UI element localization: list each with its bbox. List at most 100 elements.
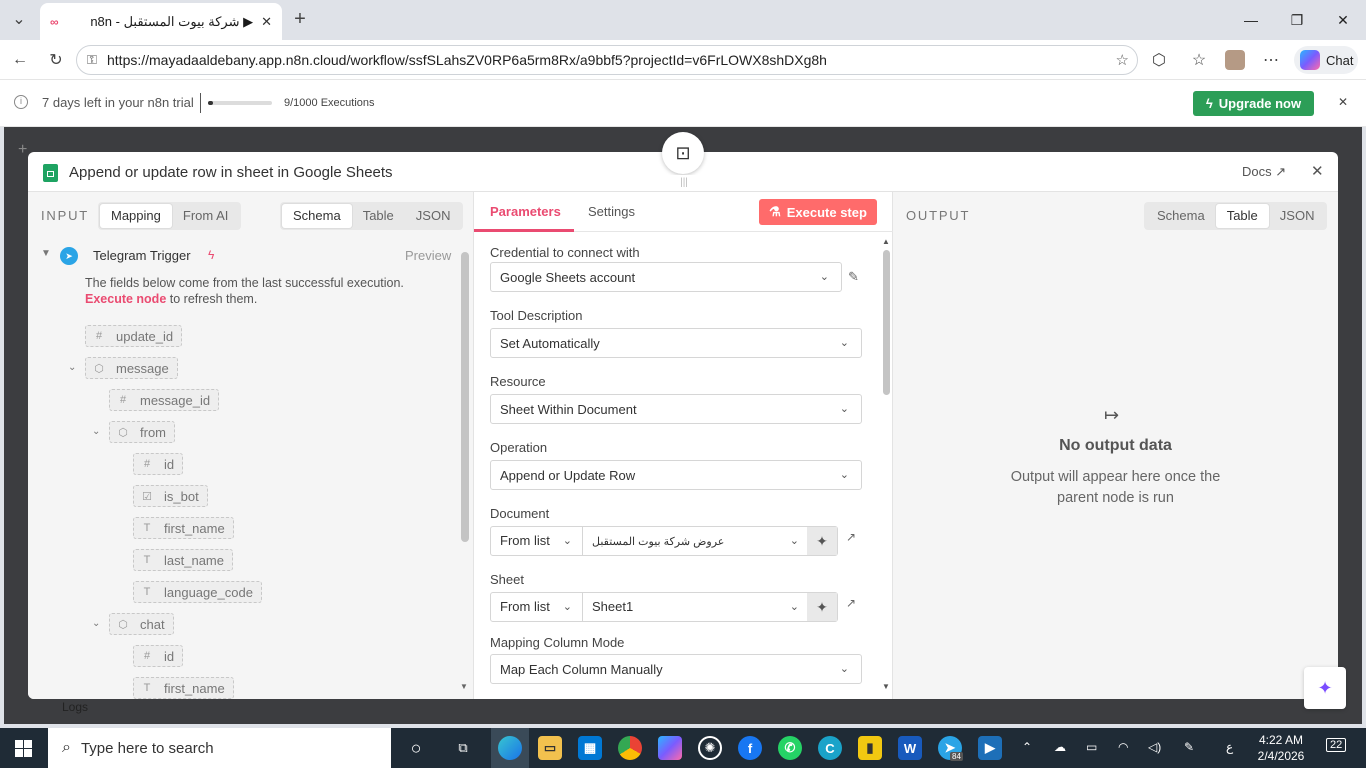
schema-field[interactable]: Tlanguage_code <box>133 581 262 603</box>
browser-tab[interactable]: ∞ n8n - شركة بيوت المستقبل ▶ ✕ <box>40 3 282 40</box>
chrome-icon[interactable] <box>618 736 642 760</box>
schema-field[interactable]: # update_id <box>85 325 183 347</box>
battery-icon[interactable]: ▭ <box>1086 740 1097 754</box>
mapping-mode-select[interactable]: Map Each Column Manually ⌄ <box>490 654 862 684</box>
upgrade-button[interactable]: ϟ Upgrade now <box>1193 91 1314 116</box>
tool-description-select[interactable]: Set Automatically ⌄ <box>490 328 862 358</box>
resource-select[interactable]: Sheet Within Document ⌄ <box>490 394 862 424</box>
maximize-icon[interactable]: ❐ <box>1282 8 1312 32</box>
input-table-tab[interactable]: Table <box>352 204 405 228</box>
profile-avatar[interactable] <box>1224 50 1246 70</box>
url-input[interactable]: ⚿ https://mayadaaldebany.app.n8n.cloud/w… <box>76 45 1138 75</box>
taskbar-clock[interactable]: 4:22 AM 2/4/2026 <box>1252 732 1310 764</box>
pen-icon[interactable]: ✎ <box>1184 740 1194 754</box>
ai-agent-node-icon[interactable]: ⊡ <box>662 132 704 174</box>
input-json-tab[interactable]: JSON <box>405 204 462 228</box>
onedrive-icon[interactable]: ☁ <box>1054 740 1066 754</box>
credential-select[interactable]: Google Sheets account ⌄ <box>490 262 842 292</box>
facebook-icon[interactable]: f <box>738 736 762 760</box>
ai-assistant-button[interactable]: ✦ <box>1304 667 1346 709</box>
language-indicator[interactable]: ع <box>1226 740 1233 754</box>
drag-handle[interactable]: ||| <box>656 175 712 191</box>
tab-list-chevron-icon[interactable]: ⌄ <box>8 9 30 29</box>
edge-taskbar-button[interactable] <box>491 728 529 768</box>
tab-close-icon[interactable]: ✕ <box>261 14 272 30</box>
extensions-icon[interactable]: ⬡ <box>1148 50 1170 70</box>
new-tab-icon[interactable]: + <box>289 8 311 30</box>
schema-field[interactable]: ⬡ message <box>85 357 178 379</box>
scroll-down-icon[interactable]: ▼ <box>882 682 890 691</box>
schema-field[interactable]: # id <box>133 453 184 475</box>
logs-label[interactable]: Logs <box>62 700 88 714</box>
output-table-tab[interactable]: Table <box>1215 204 1269 228</box>
schema-field[interactable]: Tlast_name <box>133 549 233 571</box>
operation-select[interactable]: Append or Update Row ⌄ <box>490 460 862 490</box>
chatgpt-icon[interactable]: ✺ <box>698 736 722 760</box>
schema-field[interactable]: # id <box>133 645 184 667</box>
favorites-icon[interactable]: ☆ <box>1188 50 1210 70</box>
site-info-icon[interactable]: ⚿ <box>87 52 97 68</box>
chevron-down-icon[interactable]: ⌄ <box>92 426 100 437</box>
modal-close-icon[interactable]: ✕ <box>1311 162 1324 180</box>
power-bi-icon[interactable]: ▮ <box>858 736 882 760</box>
minimize-icon[interactable]: — <box>1236 8 1266 32</box>
chevron-down-icon[interactable]: ⌄ <box>92 618 100 629</box>
ai-sparkle-icon[interactable]: ✦ <box>807 593 837 621</box>
parameters-scrollbar[interactable] <box>883 250 890 395</box>
whatsapp-icon[interactable]: ✆ <box>778 736 802 760</box>
notification-count[interactable]: 22 <box>1326 738 1347 752</box>
file-explorer-icon[interactable]: ▭ <box>538 736 562 760</box>
schema-field[interactable]: ☑ is_bot <box>133 485 208 507</box>
tab-parameters[interactable]: Parameters <box>490 204 561 219</box>
taskbar-search-input[interactable]: ⌕ Type here to search <box>48 728 391 768</box>
document-list-select[interactable]: عروض شركة بيوت المستقبل ⌄ <box>583 527 809 555</box>
scroll-down-icon[interactable]: ▼ <box>460 682 468 691</box>
output-json-tab[interactable]: JSON <box>1269 204 1326 228</box>
external-link-icon[interactable]: ↗ <box>846 530 856 544</box>
wifi-icon[interactable]: ◠ <box>1118 740 1128 754</box>
media-player-icon[interactable]: ▶ <box>978 736 1002 760</box>
mapping-tab[interactable]: Mapping <box>100 204 172 228</box>
copilot-taskbar-icon[interactable] <box>658 736 682 760</box>
schema-field[interactable]: Tfirst_name <box>133 517 234 539</box>
schema-field[interactable]: # message_id <box>109 389 220 411</box>
banner-close-icon[interactable]: ✕ <box>1338 95 1348 109</box>
document-mode-select[interactable]: From list ⌄ <box>491 527 583 555</box>
sheet-list-select[interactable]: Sheet1 ⌄ <box>583 593 809 621</box>
more-menu-icon[interactable]: ⋯ <box>1260 50 1282 70</box>
ai-sparkle-icon[interactable]: ✦ <box>807 527 837 555</box>
window-close-icon[interactable]: ✕ <box>1328 8 1358 32</box>
execute-node-link[interactable]: Execute node <box>85 292 166 306</box>
edit-pencil-icon[interactable]: ✎ <box>848 269 859 285</box>
cortana-icon[interactable]: ○ <box>404 736 428 760</box>
volume-icon[interactable]: ◁) <box>1148 740 1161 754</box>
scroll-up-icon[interactable]: ▲ <box>882 237 890 246</box>
schema-field[interactable]: ⬡ from <box>109 421 175 443</box>
chevron-down-icon[interactable]: ▼ <box>41 248 51 259</box>
refresh-icon[interactable]: ↻ <box>45 50 67 70</box>
task-view-icon[interactable]: ⧉ <box>451 736 475 760</box>
external-link-icon[interactable]: ↗ <box>846 596 856 610</box>
schema-field[interactable]: ⬡ chat <box>109 613 174 635</box>
word-icon[interactable]: W <box>898 736 922 760</box>
execute-step-button[interactable]: ⚗ Execute step <box>759 199 877 225</box>
sheet-mode-select[interactable]: From list ⌄ <box>491 593 583 621</box>
output-label: OUTPUT <box>906 208 971 223</box>
input-scrollbar[interactable] <box>461 252 469 542</box>
schema-field[interactable]: Tfirst_name <box>133 677 234 699</box>
input-schema-tab[interactable]: Schema <box>282 204 352 228</box>
windows-start-icon[interactable] <box>15 740 32 757</box>
store-icon[interactable]: ▦ <box>578 736 602 760</box>
executions-count: 9/1000 Executions <box>284 97 375 109</box>
telegram-trigger-row[interactable]: ▼ ➤ Telegram Trigger ϟ Preview <box>38 245 458 265</box>
output-schema-tab[interactable]: Schema <box>1146 204 1216 228</box>
chevron-down-icon[interactable]: ⌄ <box>68 362 76 373</box>
docs-link[interactable]: Docs ↗ <box>1242 164 1286 180</box>
canva-icon[interactable]: C <box>818 736 842 760</box>
back-icon[interactable]: ← <box>9 50 31 70</box>
copilot-chat-button[interactable]: Chat <box>1294 46 1358 74</box>
tray-chevron-up-icon[interactable]: ⌃ <box>1022 740 1032 754</box>
from-ai-tab[interactable]: From AI <box>172 204 240 228</box>
favorite-star-icon[interactable]: ☆ <box>1116 51 1129 69</box>
tab-settings[interactable]: Settings <box>588 204 635 219</box>
